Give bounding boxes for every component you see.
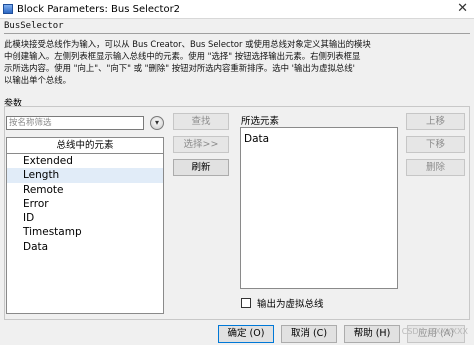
description-line: 以输出单个总线。: [4, 75, 71, 85]
filter-options-icon[interactable]: ▾: [150, 116, 164, 130]
list-item[interactable]: ID: [7, 211, 163, 225]
list-item[interactable]: Extended: [7, 154, 163, 168]
list-item[interactable]: Data: [241, 131, 397, 147]
list-item[interactable]: Data: [7, 240, 163, 254]
find-button[interactable]: 查找: [173, 113, 229, 130]
simulink-app-icon: [3, 4, 13, 14]
virtual-bus-option[interactable]: 输出为虚拟总线: [241, 296, 324, 310]
move-up-button[interactable]: 上移: [406, 113, 465, 130]
ok-button[interactable]: 确定 (O): [218, 325, 274, 343]
description-line: 中创建输入。左侧列表框显示输入总线中的元素。使用 "选择" 按钮选择输出元素。右…: [4, 51, 361, 61]
remove-button[interactable]: 删除: [406, 159, 465, 176]
list-item[interactable]: Timestamp: [7, 225, 163, 239]
description-line: 此模块接受总线作为输入，可以从 Bus Creator、Bus Selector…: [4, 39, 371, 49]
bus-elements-list[interactable]: 总线中的元素 Extended Length Remote Error ID T…: [6, 137, 164, 314]
filter-by-name-input[interactable]: [6, 116, 144, 130]
cancel-button[interactable]: 取消 (C): [281, 325, 337, 343]
virtual-bus-checkbox[interactable]: [241, 298, 251, 308]
close-icon[interactable]: ✕: [457, 1, 468, 16]
bus-elements-header: 总线中的元素: [7, 138, 163, 154]
title-bar: Block Parameters: Bus Selector2 ✕: [0, 0, 474, 19]
window-title: Block Parameters: Bus Selector2: [17, 3, 181, 15]
watermark-text: CSDN @XXXXXX: [401, 327, 468, 336]
selected-elements-label: 所选元素: [241, 116, 280, 127]
block-description: 此模块接受总线作为输入，可以从 Bus Creator、Bus Selector…: [4, 38, 470, 86]
description-line: 示所选内容。使用 "向上"、"向下" 或 "删除" 按钮对所选内容重新排序。选中…: [4, 63, 355, 73]
list-item[interactable]: Remote: [7, 183, 163, 197]
list-item[interactable]: Length: [7, 168, 163, 183]
selected-elements-list[interactable]: Data: [240, 127, 398, 289]
block-type-label: BusSelector: [4, 21, 64, 31]
divider: [4, 33, 470, 34]
select-button[interactable]: 选择>>: [173, 136, 229, 153]
help-button[interactable]: 帮助 (H): [344, 325, 400, 343]
list-item[interactable]: Error: [7, 197, 163, 211]
move-down-button[interactable]: 下移: [406, 136, 465, 153]
virtual-bus-label: 输出为虚拟总线: [257, 299, 324, 310]
refresh-button[interactable]: 刷新: [173, 159, 229, 176]
